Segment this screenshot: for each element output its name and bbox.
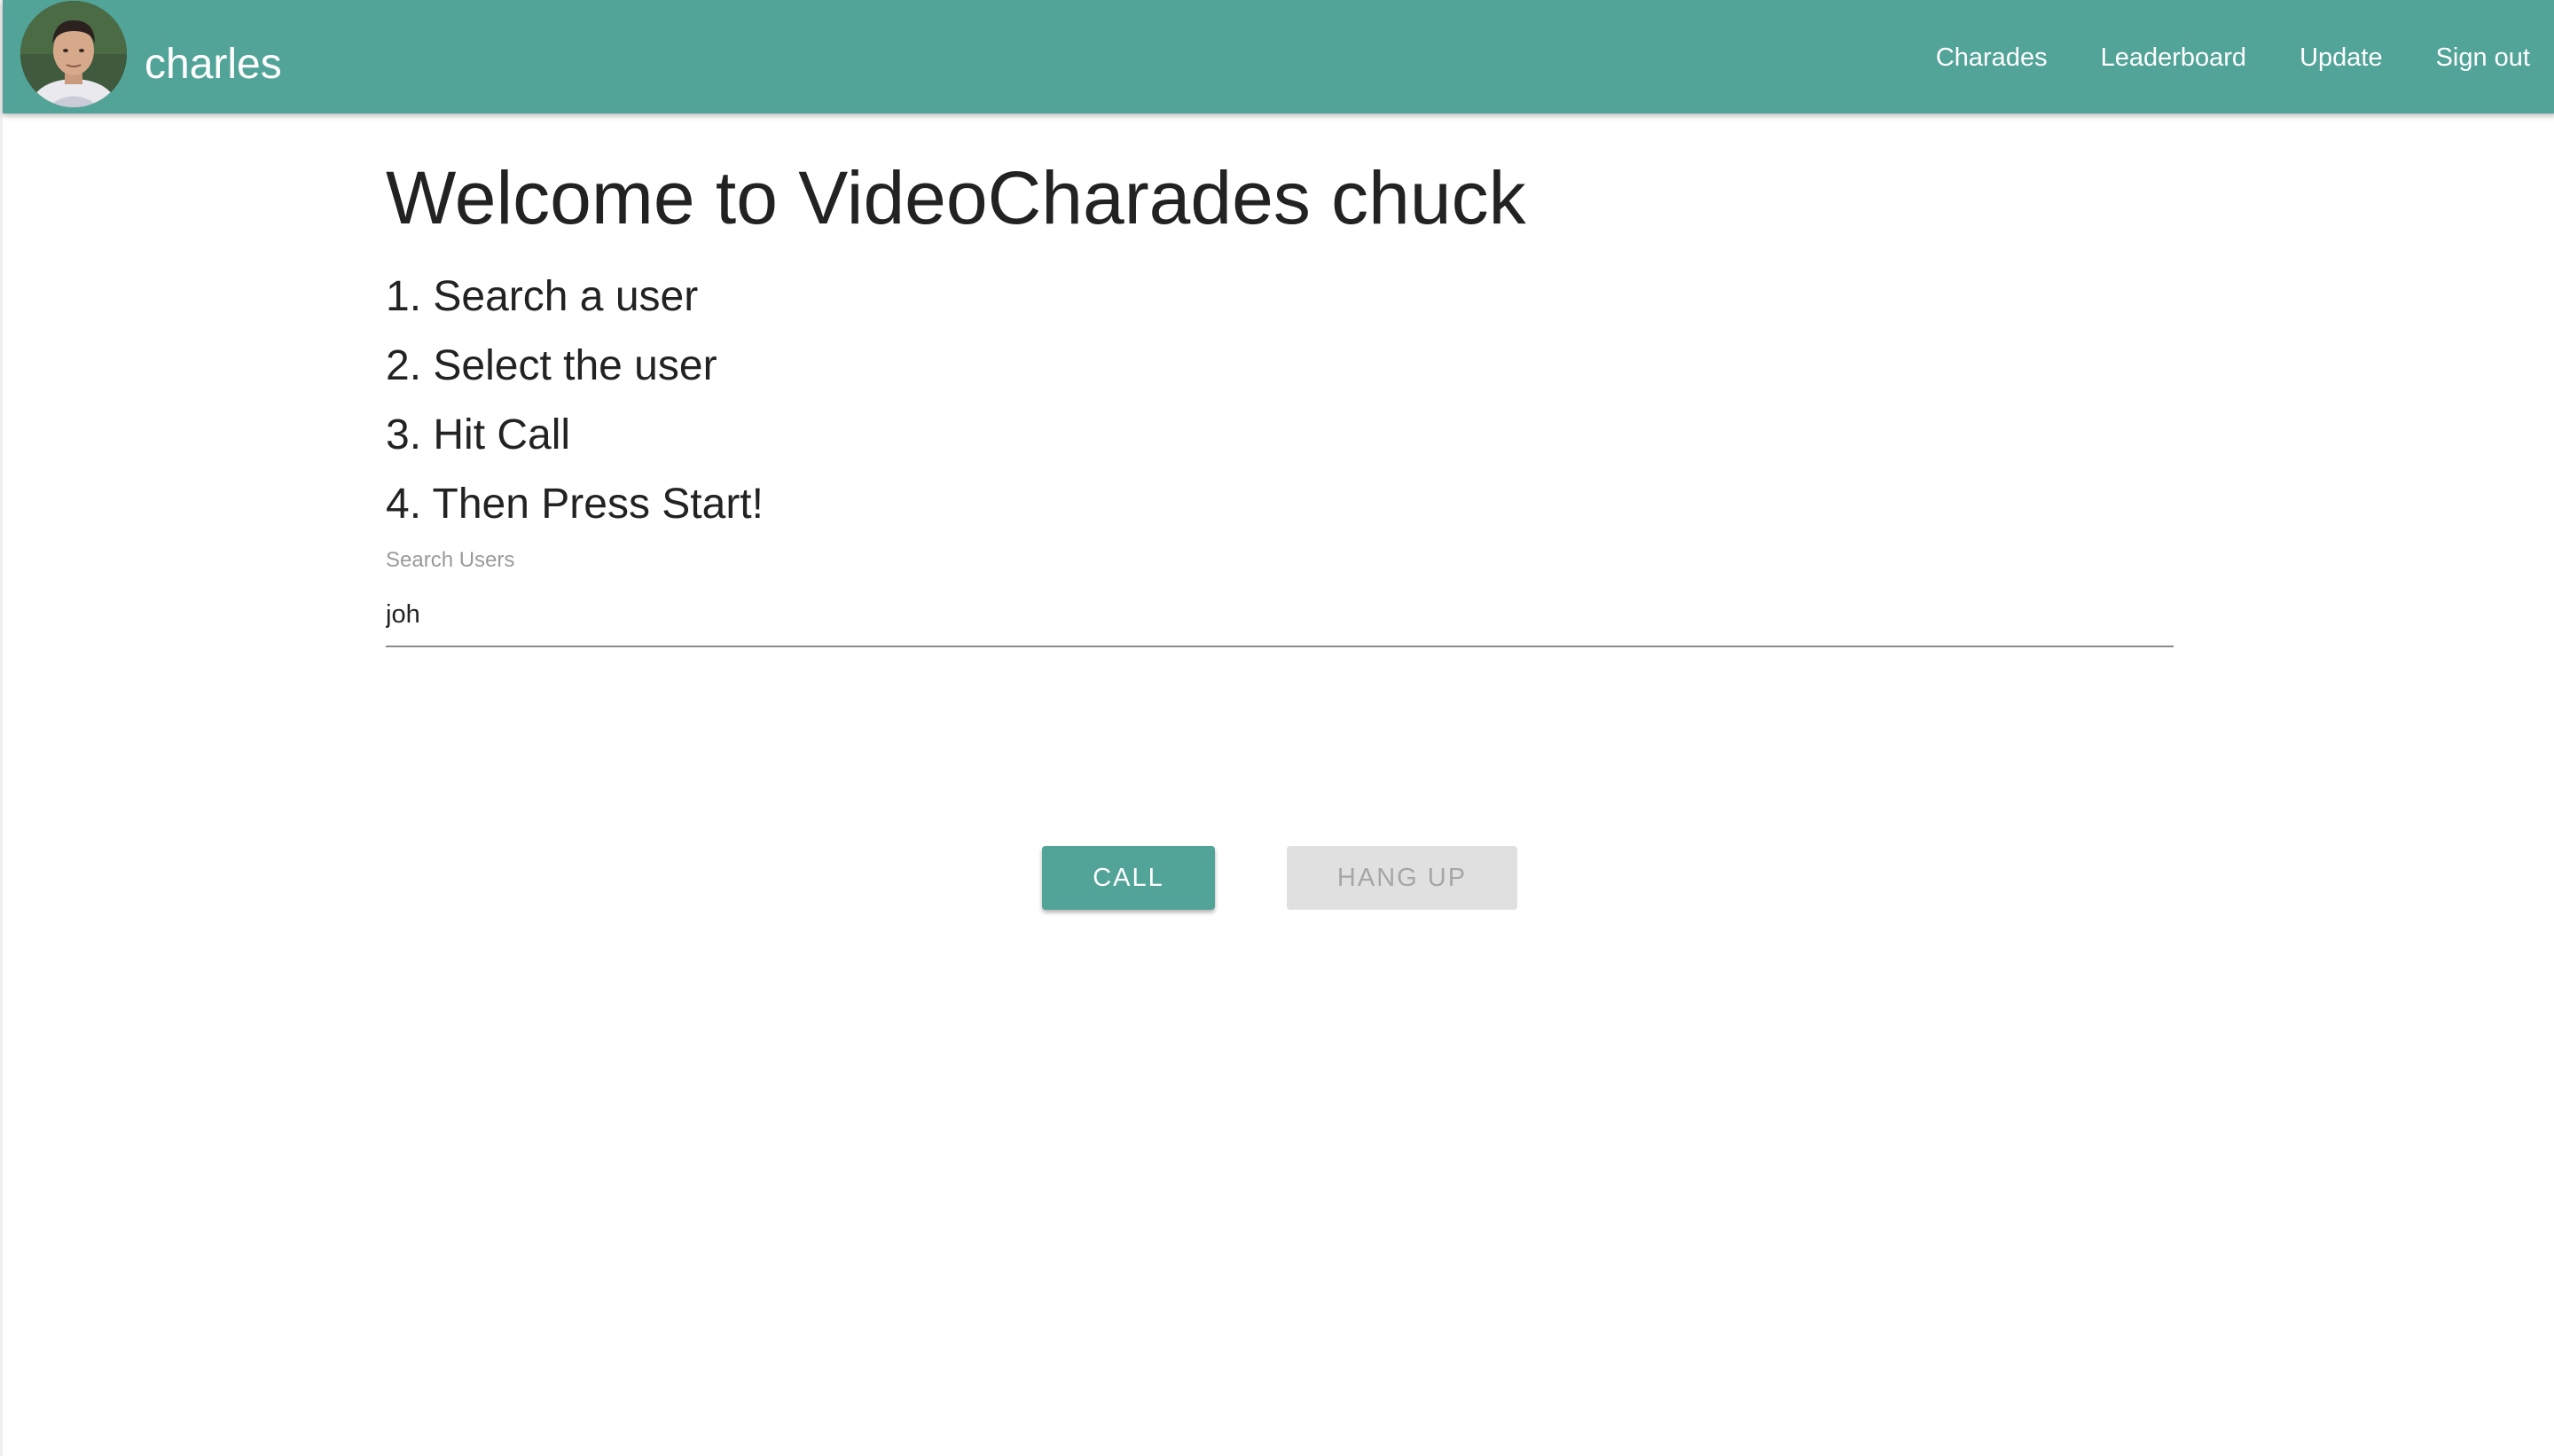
nav-charades[interactable]: Charades [1936, 39, 2048, 76]
instruction-step: 3. Hit Call [386, 411, 571, 458]
app-bar: charles Charades Leaderboard Update Sign… [3, 0, 2554, 114]
nav-leaderboard[interactable]: Leaderboard [2101, 39, 2246, 76]
call-button[interactable]: CALL [1042, 846, 1215, 910]
top-nav: Charades Leaderboard Update Sign out [1936, 39, 2530, 76]
nav-sign-out[interactable]: Sign out [2436, 39, 2530, 76]
search-users-label: Search Users [386, 548, 515, 572]
search-users-input[interactable] [386, 583, 2174, 647]
hang-up-button[interactable]: HANG UP [1287, 846, 1517, 910]
avatar[interactable] [20, 1, 127, 107]
nav-update[interactable]: Update [2299, 39, 2383, 76]
page-title: Welcome to VideoCharades chuck [386, 156, 1526, 239]
instruction-step: 1. Search a user [386, 273, 699, 320]
user-name: charles [145, 41, 282, 88]
instruction-step: 2. Select the user [386, 342, 717, 389]
instruction-step: 4. Then Press Start! [386, 481, 764, 528]
instruction-list: 1. Search a user 2. Select the user 3. H… [386, 262, 764, 539]
page: charles Charades Leaderboard Update Sign… [0, 0, 2554, 1456]
user-avatar-icon [20, 1, 127, 107]
